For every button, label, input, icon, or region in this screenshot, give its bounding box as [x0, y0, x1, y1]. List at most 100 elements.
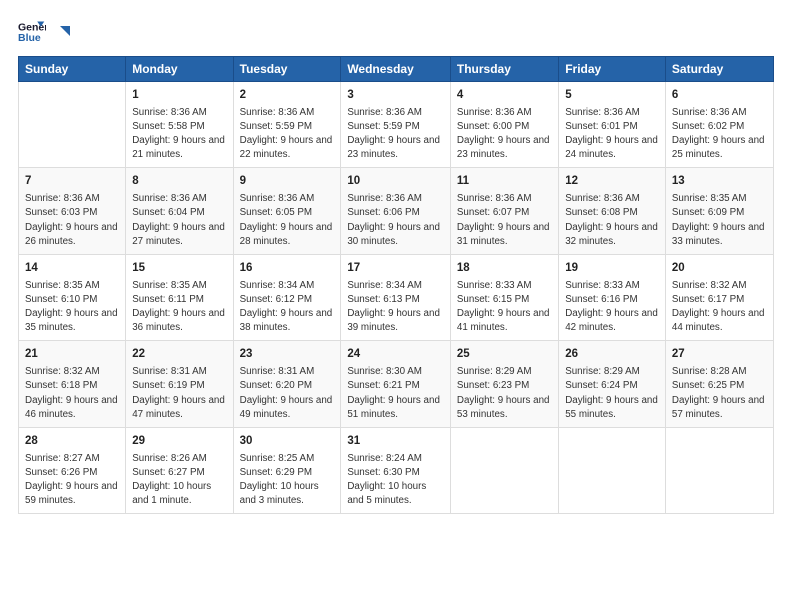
calendar-cell: 9Sunrise: 8:36 AMSunset: 6:05 PMDaylight… [233, 168, 341, 254]
sunset-text: Sunset: 6:15 PM [457, 293, 552, 307]
day-info: Sunrise: 8:26 AMSunset: 6:27 PMDaylight:… [132, 452, 226, 509]
day-info: Sunrise: 8:36 AMSunset: 6:04 PMDaylight:… [132, 192, 226, 249]
day-info: Sunrise: 8:29 AMSunset: 6:23 PMDaylight:… [457, 365, 552, 422]
day-number: 27 [672, 346, 767, 363]
day-number: 17 [347, 260, 444, 277]
daylight-text: Daylight: 9 hours and 25 minutes. [672, 134, 767, 162]
day-number: 9 [240, 173, 335, 190]
calendar-cell: 30 Sunrise: 8:25 AMSunset: 6:29 PMDayligh… [233, 427, 341, 513]
sunrise-text: Sunrise: 8:36 AM [25, 192, 119, 206]
day-number: 21 [25, 346, 119, 363]
calendar-cell: 8 Sunrise: 8:36 AMSunset: 6:04 PMDaylight… [126, 168, 233, 254]
sunset-text: Sunset: 6:21 PM [347, 379, 444, 393]
calendar-week-row: 7Sunrise: 8:36 AMSunset: 6:03 PMDaylight… [19, 168, 774, 254]
calendar-cell: 11 Sunrise: 8:36 AMSunset: 6:07 PMDayligh… [450, 168, 558, 254]
day-info: Sunrise: 8:33 AMSunset: 6:16 PMDaylight:… [565, 279, 659, 336]
calendar-cell: 31Sunrise: 8:24 AMSunset: 6:30 PMDayligh… [341, 427, 451, 513]
daylight-text: Daylight: 9 hours and 42 minutes. [565, 307, 659, 335]
day-number: 22 [132, 346, 226, 363]
day-info: Sunrise: 8:34 AMSunset: 6:12 PMDaylight:… [240, 279, 335, 336]
calendar-cell: 4Sunrise: 8:36 AMSunset: 6:00 PMDaylight… [450, 82, 558, 168]
day-number: 11 [457, 173, 552, 190]
sunrise-text: Sunrise: 8:33 AM [457, 279, 552, 293]
daylight-text: Daylight: 9 hours and 28 minutes. [240, 221, 335, 249]
sunrise-text: Sunrise: 8:35 AM [25, 279, 119, 293]
weekday-header-friday: Friday [559, 57, 666, 82]
calendar-cell: 10 Sunrise: 8:36 AMSunset: 6:06 PMDayligh… [341, 168, 451, 254]
calendar-cell: 19Sunrise: 8:33 AMSunset: 6:16 PMDayligh… [559, 254, 666, 340]
day-info: Sunrise: 8:36 AMSunset: 6:06 PMDaylight:… [347, 192, 444, 249]
sunset-text: Sunset: 6:05 PM [240, 206, 335, 220]
sunrise-text: Sunrise: 8:30 AM [347, 365, 444, 379]
sunset-text: Sunset: 5:59 PM [240, 120, 335, 134]
sunset-text: Sunset: 6:00 PM [457, 120, 552, 134]
calendar-cell: 1Sunrise: 8:36 AMSunset: 5:58 PMDaylight… [126, 82, 233, 168]
calendar-cell: 23Sunrise: 8:31 AMSunset: 6:20 PMDayligh… [233, 341, 341, 427]
sunset-text: Sunset: 6:19 PM [132, 379, 226, 393]
day-number: 31 [347, 433, 444, 450]
daylight-text: Daylight: 10 hours and 1 minute. [132, 480, 226, 508]
sunrise-text: Sunrise: 8:29 AM [457, 365, 552, 379]
daylight-text: Daylight: 9 hours and 46 minutes. [25, 394, 119, 422]
sunrise-text: Sunrise: 8:31 AM [240, 365, 335, 379]
calendar-week-row: 1Sunrise: 8:36 AMSunset: 5:58 PMDaylight… [19, 82, 774, 168]
sunrise-text: Sunrise: 8:24 AM [347, 452, 444, 466]
daylight-text: Daylight: 9 hours and 36 minutes. [132, 307, 226, 335]
sunrise-text: Sunrise: 8:36 AM [565, 192, 659, 206]
sunset-text: Sunset: 6:17 PM [672, 293, 767, 307]
weekday-row: SundayMondayTuesdayWednesdayThursdayFrid… [19, 57, 774, 82]
day-info: Sunrise: 8:36 AMSunset: 6:00 PMDaylight:… [457, 106, 552, 163]
sunset-text: Sunset: 5:59 PM [347, 120, 444, 134]
sunrise-text: Sunrise: 8:27 AM [25, 452, 119, 466]
weekday-header-tuesday: Tuesday [233, 57, 341, 82]
day-info: Sunrise: 8:36 AMSunset: 5:58 PMDaylight:… [132, 106, 226, 163]
daylight-text: Daylight: 9 hours and 26 minutes. [25, 221, 119, 249]
sunset-text: Sunset: 6:23 PM [457, 379, 552, 393]
calendar-cell [665, 427, 773, 513]
day-info: Sunrise: 8:28 AMSunset: 6:25 PMDaylight:… [672, 365, 767, 422]
day-info: Sunrise: 8:36 AMSunset: 6:01 PMDaylight:… [565, 106, 659, 163]
calendar-cell: 21Sunrise: 8:32 AMSunset: 6:18 PMDayligh… [19, 341, 126, 427]
sunrise-text: Sunrise: 8:36 AM [347, 192, 444, 206]
day-number: 26 [565, 346, 659, 363]
daylight-text: Daylight: 10 hours and 3 minutes. [240, 480, 335, 508]
day-number: 25 [457, 346, 552, 363]
day-number: 10 [347, 173, 444, 190]
calendar-cell: 17Sunrise: 8:34 AMSunset: 6:13 PMDayligh… [341, 254, 451, 340]
sunset-text: Sunset: 5:58 PM [132, 120, 226, 134]
daylight-text: Daylight: 9 hours and 55 minutes. [565, 394, 659, 422]
weekday-header-monday: Monday [126, 57, 233, 82]
calendar-cell: 14Sunrise: 8:35 AMSunset: 6:10 PMDayligh… [19, 254, 126, 340]
sunset-text: Sunset: 6:24 PM [565, 379, 659, 393]
calendar-cell: 5Sunrise: 8:36 AMSunset: 6:01 PMDaylight… [559, 82, 666, 168]
daylight-text: Daylight: 9 hours and 59 minutes. [25, 480, 119, 508]
sunset-text: Sunset: 6:27 PM [132, 466, 226, 480]
sunset-text: Sunset: 6:26 PM [25, 466, 119, 480]
calendar-cell: 15Sunrise: 8:35 AMSunset: 6:11 PMDayligh… [126, 254, 233, 340]
calendar-cell [559, 427, 666, 513]
day-info: Sunrise: 8:25 AMSunset: 6:29 PMDaylight:… [240, 452, 335, 509]
day-number: 3 [347, 87, 444, 104]
sunrise-text: Sunrise: 8:31 AM [132, 365, 226, 379]
calendar-cell: 6Sunrise: 8:36 AMSunset: 6:02 PMDaylight… [665, 82, 773, 168]
day-number: 24 [347, 346, 444, 363]
day-number: 30 [240, 433, 335, 450]
day-number: 6 [672, 87, 767, 104]
daylight-text: Daylight: 9 hours and 24 minutes. [565, 134, 659, 162]
day-info: Sunrise: 8:35 AMSunset: 6:09 PMDaylight:… [672, 192, 767, 249]
day-number: 12 [565, 173, 659, 190]
svg-text:Blue: Blue [18, 32, 41, 44]
day-info: Sunrise: 8:36 AMSunset: 6:07 PMDaylight:… [457, 192, 552, 249]
day-info: Sunrise: 8:36 AMSunset: 5:59 PMDaylight:… [240, 106, 335, 163]
day-number: 8 [132, 173, 226, 190]
sunrise-text: Sunrise: 8:36 AM [347, 106, 444, 120]
calendar-cell: 28Sunrise: 8:27 AMSunset: 6:26 PMDayligh… [19, 427, 126, 513]
calendar-cell: 26Sunrise: 8:29 AMSunset: 6:24 PMDayligh… [559, 341, 666, 427]
daylight-text: Daylight: 9 hours and 21 minutes. [132, 134, 226, 162]
calendar-week-row: 14Sunrise: 8:35 AMSunset: 6:10 PMDayligh… [19, 254, 774, 340]
sunset-text: Sunset: 6:08 PM [565, 206, 659, 220]
sunset-text: Sunset: 6:04 PM [132, 206, 226, 220]
sunrise-text: Sunrise: 8:35 AM [132, 279, 226, 293]
calendar-cell: 18Sunrise: 8:33 AMSunset: 6:15 PMDayligh… [450, 254, 558, 340]
sunrise-text: Sunrise: 8:32 AM [672, 279, 767, 293]
